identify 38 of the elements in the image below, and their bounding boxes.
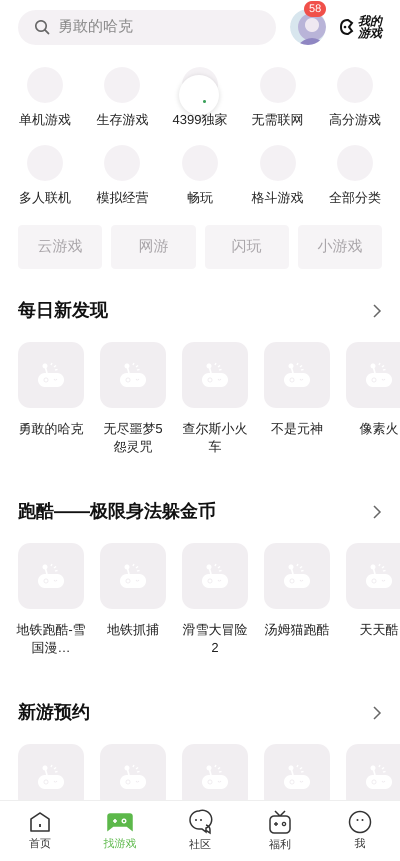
section-title: 每日新发现 (18, 299, 108, 322)
category-label[interactable]: 高分游戏 (329, 111, 382, 129)
section-title: 新游预约 (18, 701, 90, 724)
nav-tab[interactable]: 首页 (0, 801, 80, 861)
game-name[interactable]: 地铁抓捕 (97, 621, 169, 639)
chevron-right-icon[interactable] (372, 304, 382, 318)
category-label[interactable]: 畅玩 (186, 189, 213, 207)
search-icon (34, 19, 50, 35)
chat-icon (187, 808, 213, 835)
category-label[interactable]: 全部分类 (329, 189, 382, 207)
game-name[interactable]: 地铁跑酷-雪国漫… (15, 621, 87, 657)
game-name[interactable]: 滑雪大冒险2 (179, 621, 251, 657)
category-label[interactable]: 无需联网 (252, 111, 304, 129)
nav-tab[interactable]: 社区 (160, 801, 240, 861)
game-name[interactable]: 天天酷 (343, 621, 400, 639)
game-name[interactable]: 勇敢的哈克 (15, 420, 87, 438)
face-icon (348, 810, 372, 834)
category-label[interactable]: 模拟经营 (96, 189, 148, 207)
notification-badge: 58 (304, 1, 326, 17)
game-name[interactable]: 不是元神 (261, 420, 333, 438)
gift-box-icon (268, 808, 292, 835)
chevron-right-icon[interactable] (372, 504, 382, 518)
nav-tab[interactable]: 我 (320, 801, 400, 861)
nav-tab[interactable]: 福利 (240, 801, 320, 861)
category-label[interactable]: 多人联机 (18, 189, 71, 207)
game-name[interactable]: 像素火 (343, 420, 400, 438)
game-name[interactable]: 汤姆猫跑酷 (261, 621, 333, 639)
category-label[interactable]: 生存游戏 (96, 111, 148, 129)
chevron-right-icon[interactable] (372, 706, 382, 720)
section-title: 跑酷——极限身法躲金币 (18, 500, 216, 523)
category-label[interactable]: 单机游戏 (18, 111, 71, 129)
home-icon (28, 810, 52, 834)
category-label[interactable]: 4399独家 (172, 111, 228, 129)
category-label[interactable]: 格斗游戏 (252, 189, 304, 207)
search-placeholder: 勇敢的哈克 (58, 16, 133, 37)
game-name[interactable]: 无尽噩梦5怨灵咒 (97, 420, 169, 456)
game-name[interactable]: 查尔斯小火车 (179, 420, 251, 456)
my-games-logo[interactable]: 我的 游戏 (340, 15, 382, 39)
